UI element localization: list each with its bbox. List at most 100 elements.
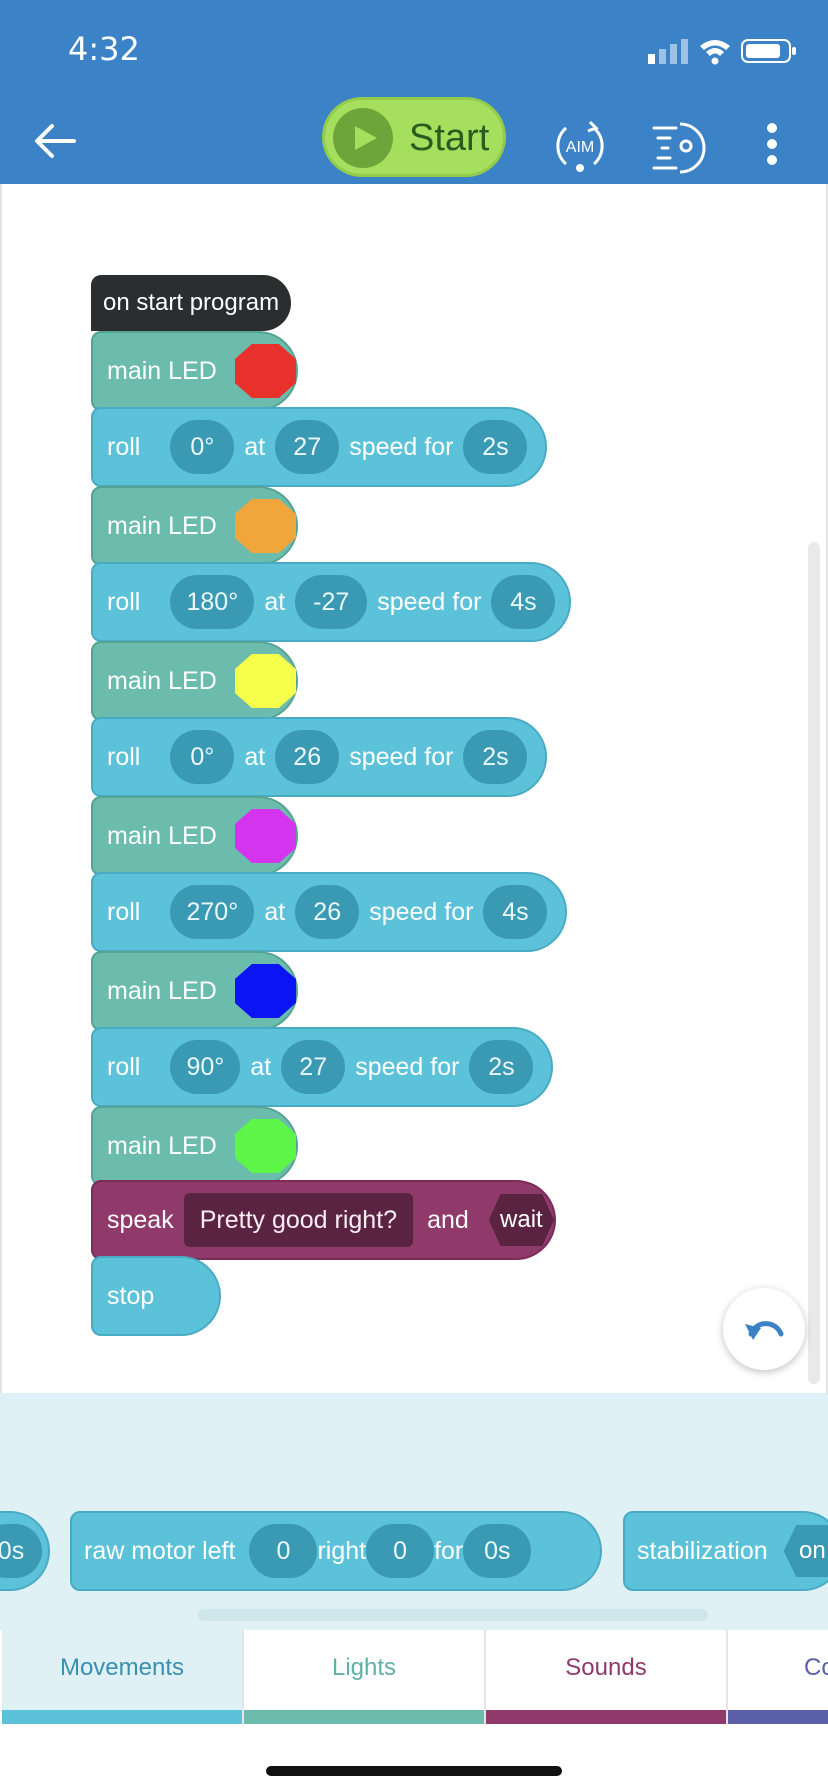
speak-text-input[interactable]: Pretty good right? bbox=[183, 1193, 414, 1247]
svg-text:AIM: AIM bbox=[566, 139, 594, 156]
program-canvas[interactable]: on start program main LED roll 0° at 27 … bbox=[0, 184, 828, 1393]
duration-input[interactable]: 0s bbox=[463, 1524, 532, 1578]
tab-label: Co bbox=[804, 1654, 828, 1681]
stop-block[interactable]: stop bbox=[91, 1256, 221, 1336]
heading-input[interactable]: 90° bbox=[170, 1040, 241, 1094]
wait-dropdown[interactable]: wait bbox=[488, 1194, 554, 1246]
block-palette[interactable]: 0s raw motor left 0 right 0 for 0s stabi… bbox=[0, 1393, 828, 1630]
palette-block-partial[interactable]: 0s bbox=[0, 1511, 50, 1591]
left-motor-input[interactable]: 0 bbox=[249, 1524, 318, 1578]
tab-color-bar bbox=[244, 1710, 484, 1724]
drive-button[interactable] bbox=[650, 118, 706, 174]
wifi-icon bbox=[700, 40, 730, 65]
roll-label: roll bbox=[107, 897, 141, 926]
speed-input[interactable]: 26 bbox=[275, 730, 340, 784]
at-label: at bbox=[264, 587, 286, 616]
duration-input[interactable]: 0s bbox=[0, 1524, 42, 1578]
tab-color-bar bbox=[486, 1710, 726, 1724]
canvas-scrollbar[interactable] bbox=[808, 542, 820, 1384]
main-led-block[interactable]: main LED bbox=[91, 486, 298, 566]
app-header: 4:32 Start AIM bbox=[0, 0, 828, 184]
main-led-block[interactable]: main LED bbox=[91, 951, 298, 1031]
led-color-swatch[interactable] bbox=[234, 654, 296, 708]
led-color-swatch[interactable] bbox=[234, 499, 296, 553]
aim-icon: AIM bbox=[556, 120, 604, 172]
start-label: Start bbox=[409, 117, 490, 159]
main-led-label: main LED bbox=[107, 821, 217, 850]
category-tabs: Movements Lights Sounds Co bbox=[0, 1630, 828, 1724]
at-label: at bbox=[244, 432, 266, 461]
main-led-label: main LED bbox=[107, 666, 217, 695]
duration-input[interactable]: 2s bbox=[463, 420, 528, 474]
palette-scrollbar[interactable] bbox=[198, 1609, 708, 1621]
main-led-block[interactable]: main LED bbox=[91, 1106, 298, 1186]
heading-input[interactable]: 180° bbox=[170, 575, 255, 629]
speed-for-label: speed for bbox=[349, 742, 454, 771]
stabilization-block[interactable]: stabilization on bbox=[623, 1511, 828, 1591]
at-label: at bbox=[250, 1052, 272, 1081]
tab-controls[interactable]: Co bbox=[728, 1630, 828, 1724]
raw-motor-block[interactable]: raw motor left 0 right 0 for 0s bbox=[70, 1511, 602, 1591]
status-icons bbox=[648, 39, 796, 65]
duration-input[interactable]: 2s bbox=[469, 1040, 534, 1094]
speed-input[interactable]: 27 bbox=[281, 1040, 346, 1094]
roll-block[interactable]: roll 270° at 26 speed for 4s bbox=[91, 872, 567, 952]
duration-input[interactable]: 4s bbox=[483, 885, 548, 939]
status-time: 4:32 bbox=[68, 30, 140, 68]
main-led-label: main LED bbox=[107, 511, 217, 540]
speed-for-label: speed for bbox=[355, 1052, 460, 1081]
raw-motor-label: raw motor left bbox=[84, 1536, 236, 1565]
tab-label: Movements bbox=[59, 1654, 185, 1681]
led-color-swatch[interactable] bbox=[234, 344, 296, 398]
speak-block[interactable]: speak Pretty good right? and wait bbox=[91, 1180, 556, 1260]
speed-input[interactable]: -27 bbox=[295, 575, 368, 629]
tab-lights[interactable]: Lights bbox=[244, 1630, 486, 1724]
led-color-swatch[interactable] bbox=[234, 964, 296, 1018]
main-led-label: main LED bbox=[107, 976, 217, 1005]
on-start-label: on start program bbox=[103, 289, 280, 316]
undo-icon bbox=[745, 1321, 784, 1340]
more-vertical-icon bbox=[767, 123, 777, 165]
back-arrow-icon bbox=[35, 124, 76, 158]
tab-movements[interactable]: Movements bbox=[2, 1630, 244, 1724]
right-motor-input[interactable]: 0 bbox=[366, 1524, 435, 1578]
roll-label: roll bbox=[107, 587, 141, 616]
back-button[interactable] bbox=[30, 116, 80, 166]
tab-label: Sounds bbox=[565, 1654, 647, 1681]
led-color-swatch[interactable] bbox=[234, 1119, 296, 1173]
aim-button[interactable]: AIM bbox=[552, 118, 608, 174]
roll-block[interactable]: roll 0° at 27 speed for 2s bbox=[91, 407, 547, 487]
led-color-swatch[interactable] bbox=[234, 809, 296, 863]
home-indicator bbox=[266, 1766, 562, 1776]
speed-for-label: speed for bbox=[377, 587, 482, 616]
roll-block[interactable]: roll 90° at 27 speed for 2s bbox=[91, 1027, 553, 1107]
speed-input[interactable]: 26 bbox=[295, 885, 360, 939]
heading-input[interactable]: 0° bbox=[170, 730, 235, 784]
stabilization-dropdown[interactable]: on bbox=[783, 1525, 828, 1577]
tab-sounds[interactable]: Sounds bbox=[486, 1630, 728, 1724]
roll-label: roll bbox=[107, 432, 141, 461]
main-led-block[interactable]: main LED bbox=[91, 641, 298, 721]
play-icon bbox=[333, 108, 393, 168]
roll-label: roll bbox=[107, 742, 141, 771]
right-label: right bbox=[317, 1536, 367, 1565]
tab-color-bar bbox=[728, 1710, 828, 1724]
main-led-label: main LED bbox=[107, 356, 217, 385]
speed-input[interactable]: 27 bbox=[275, 420, 340, 474]
more-options-button[interactable] bbox=[760, 118, 784, 174]
duration-input[interactable]: 2s bbox=[463, 730, 528, 784]
and-label: and bbox=[427, 1205, 469, 1234]
duration-input[interactable]: 4s bbox=[491, 575, 556, 629]
roll-block[interactable]: roll 180° at -27 speed for 4s bbox=[91, 562, 571, 642]
undo-button[interactable] bbox=[723, 1288, 805, 1370]
for-label: for bbox=[434, 1536, 464, 1565]
roll-block[interactable]: roll 0° at 26 speed for 2s bbox=[91, 717, 547, 797]
heading-input[interactable]: 0° bbox=[170, 420, 235, 474]
tab-color-bar bbox=[2, 1710, 242, 1724]
main-led-block[interactable]: main LED bbox=[91, 331, 298, 411]
on-start-block[interactable]: on start program bbox=[91, 275, 291, 331]
start-button[interactable]: Start bbox=[322, 97, 506, 177]
main-led-block[interactable]: main LED bbox=[91, 796, 298, 876]
heading-input[interactable]: 270° bbox=[170, 885, 255, 939]
roll-label: roll bbox=[107, 1052, 141, 1081]
